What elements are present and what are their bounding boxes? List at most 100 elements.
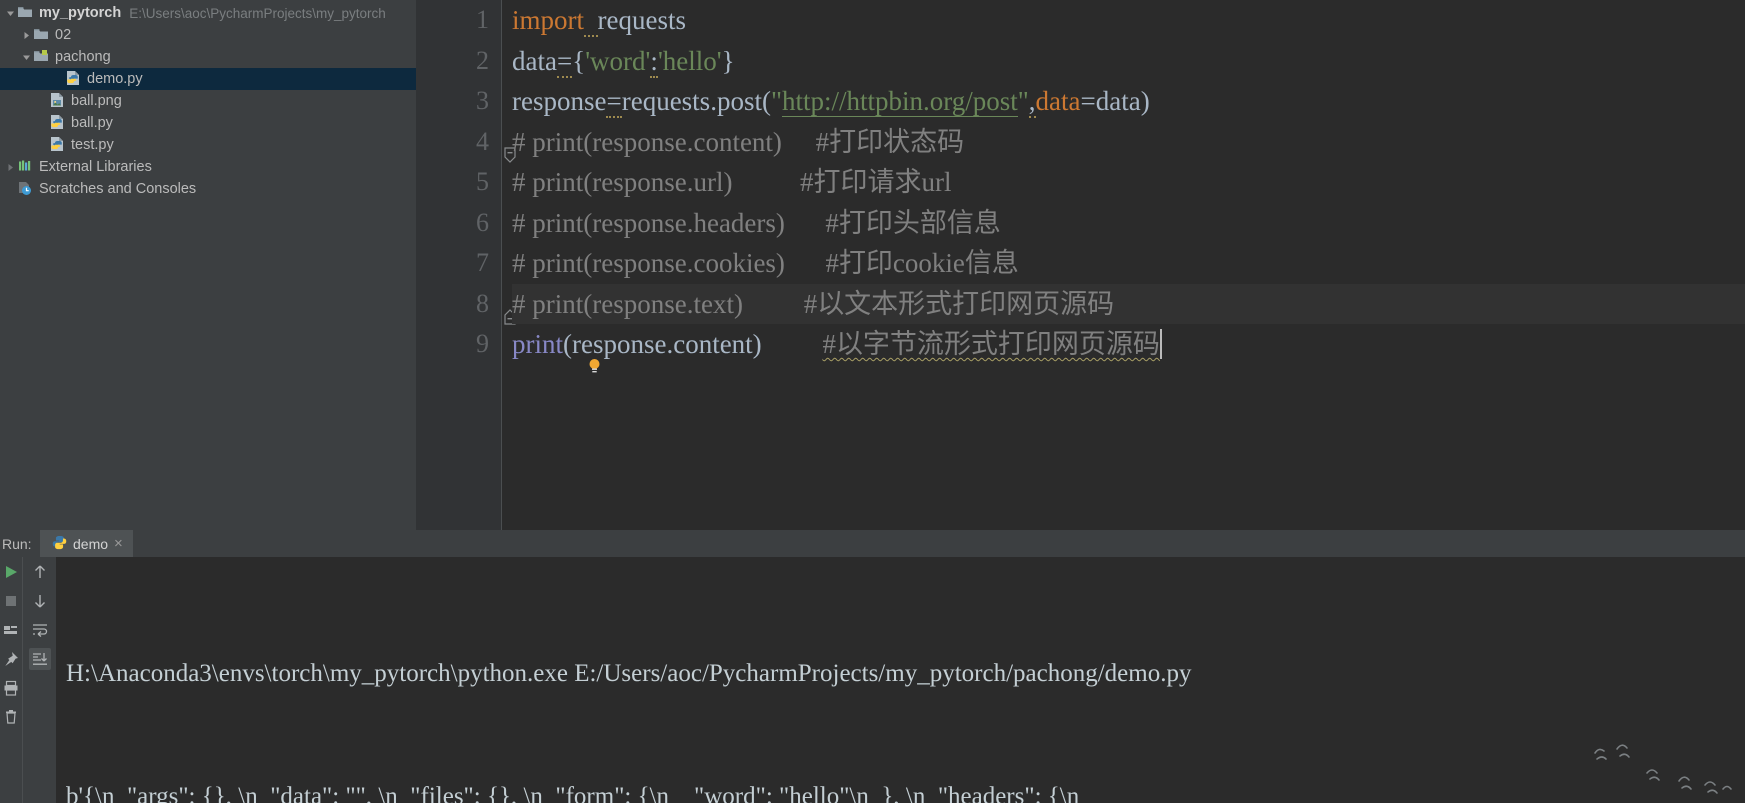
chevron-right-icon[interactable] bbox=[4, 156, 17, 178]
scroll-to-end-icon[interactable] bbox=[28, 648, 51, 670]
delete-icon[interactable] bbox=[0, 706, 22, 728]
code-line-8[interactable]: # print(response.text) #以文本形式打印网页源码 bbox=[512, 283, 1745, 373]
tree-row[interactable]: pachong bbox=[0, 46, 416, 68]
print-icon[interactable] bbox=[0, 677, 22, 699]
project-tree-panel[interactable]: my_pytorch E:\Users\aoc\PycharmProjects\… bbox=[0, 0, 416, 595]
no-chevron-icon bbox=[36, 112, 49, 134]
soft-wrap-icon[interactable] bbox=[29, 619, 51, 641]
close-icon[interactable]: × bbox=[114, 536, 123, 551]
tree-item-label: 02 bbox=[55, 27, 72, 43]
editor-gutter[interactable]: 1 2 3 4 5 6 7 8 9 bbox=[416, 0, 516, 530]
console-line: H:\Anaconda3\envs\torch\my_pytorch\pytho… bbox=[66, 660, 1192, 687]
dict-key: 'word' bbox=[585, 45, 651, 76]
argument-value: data bbox=[1095, 86, 1141, 116]
folder-icon bbox=[33, 26, 51, 44]
no-chevron-icon bbox=[4, 178, 17, 200]
line-number: 4 bbox=[416, 122, 516, 163]
run-window-label: Run: bbox=[2, 535, 32, 552]
comment-gap bbox=[785, 248, 826, 278]
code-line-4[interactable]: # print(response.content) #打印状态码 bbox=[512, 122, 1745, 163]
run-tab-demo[interactable]: demo × bbox=[40, 530, 133, 557]
inline-comment-cn: #打印头部信息 bbox=[825, 207, 1001, 238]
line-number: 8 bbox=[416, 284, 516, 325]
chevron-down-icon[interactable] bbox=[4, 2, 17, 24]
run-icon[interactable] bbox=[0, 561, 22, 583]
operator-assign: = bbox=[1080, 86, 1096, 116]
python-icon bbox=[52, 535, 67, 553]
intention-bulb-icon[interactable] bbox=[520, 306, 599, 373]
python-file-icon bbox=[49, 114, 67, 132]
tree-item-label: demo.py bbox=[87, 71, 143, 87]
quote-close: " bbox=[1017, 86, 1029, 116]
line-number: 5 bbox=[476, 167, 489, 196]
line-number: 6 bbox=[476, 207, 489, 237]
text-caret bbox=[1159, 329, 1162, 359]
paren-close: ) bbox=[1140, 86, 1150, 116]
libraries-icon bbox=[17, 158, 35, 176]
tree-row-scratches[interactable]: Scratches and Consoles bbox=[0, 178, 416, 200]
brace-close: } bbox=[721, 45, 735, 76]
scroll-down-icon[interactable] bbox=[29, 590, 51, 612]
commented-code: # print(response.url) bbox=[512, 167, 733, 197]
stop-icon[interactable] bbox=[0, 590, 22, 612]
tree-item-label: Scratches and Consoles bbox=[39, 181, 197, 197]
code-line-5[interactable]: # print(response.url) #打印请求url bbox=[512, 162, 1745, 203]
folder-source-icon bbox=[33, 48, 51, 66]
code-line-7[interactable]: # print(response.cookies) #打印cookie信息 bbox=[512, 243, 1745, 284]
code-line-6[interactable]: # print(response.headers) #打印头部信息 bbox=[512, 203, 1745, 244]
pin-icon[interactable] bbox=[0, 648, 22, 670]
tree-row-demo-py[interactable]: demo.py bbox=[0, 68, 416, 90]
comment-gap bbox=[762, 329, 823, 359]
keyword-argument: data bbox=[1035, 86, 1081, 116]
comment-gap bbox=[785, 208, 826, 238]
scratches-icon bbox=[17, 180, 35, 198]
chevron-right-icon[interactable] bbox=[20, 24, 33, 46]
whitespace-warning bbox=[584, 5, 598, 37]
keyword-import: import bbox=[512, 5, 584, 35]
commented-code: # print(response.headers) bbox=[512, 207, 785, 238]
run-toolbar-secondary[interactable] bbox=[22, 557, 56, 803]
dict-value: 'hello' bbox=[657, 45, 722, 76]
code-line-3[interactable]: response=requests.post("http://httpbin.o… bbox=[512, 81, 1745, 122]
tree-row-external-libraries[interactable]: External Libraries bbox=[0, 156, 416, 178]
tree-item-label: ball.py bbox=[71, 115, 113, 131]
comment-gap bbox=[743, 289, 804, 319]
operator-equals: = bbox=[556, 45, 573, 78]
scroll-up-icon[interactable] bbox=[29, 561, 51, 583]
run-tool-window[interactable]: Run: demo × H:\Anaconda3\envs\torch\my_p… bbox=[0, 530, 1745, 803]
tree-row[interactable]: my_pytorch E:\Users\aoc\PycharmProjects\… bbox=[0, 2, 416, 24]
tree-row[interactable]: test.py bbox=[0, 134, 416, 156]
tree-item-label: ball.png bbox=[71, 93, 122, 109]
code-line-1[interactable]: import requests bbox=[512, 0, 1745, 41]
folder-icon bbox=[17, 4, 35, 22]
inline-comment-cn: #打印cookie信息 bbox=[825, 248, 1019, 278]
tree-item-label: pachong bbox=[55, 49, 111, 65]
run-tab-label: demo bbox=[73, 535, 109, 552]
inline-comment-cn: #打印请求url bbox=[799, 167, 952, 197]
commented-code: # print(response.text) bbox=[512, 288, 743, 319]
console-line: b'{\n "args": {}, \n "data": "", \n "fil… bbox=[66, 783, 1080, 803]
operator-equals: = bbox=[606, 86, 622, 118]
url-string[interactable]: http://httpbin.org/post bbox=[781, 86, 1018, 117]
code-line-9[interactable]: print(response.content) #以字节流形式打印网页源码 bbox=[512, 324, 1745, 365]
code-line-2[interactable]: data={'word':'hello'} bbox=[512, 41, 1745, 82]
chevron-down-icon[interactable] bbox=[20, 46, 33, 68]
layout-icon[interactable] bbox=[0, 619, 22, 641]
line-number: 2 bbox=[476, 45, 489, 75]
code-editor[interactable]: 1 2 3 4 5 6 7 8 9 import requests data={… bbox=[416, 0, 1745, 530]
line-number: 7 bbox=[476, 248, 489, 277]
builtin-print: print bbox=[512, 329, 563, 359]
tree-row[interactable]: ball.png bbox=[0, 90, 416, 112]
tree-row[interactable]: 02 bbox=[0, 24, 416, 46]
code-text-area[interactable]: import requests data={'word':'hello'} re… bbox=[502, 0, 1745, 530]
tree-row[interactable]: ball.py bbox=[0, 112, 416, 134]
run-tab-bar[interactable]: Run: demo × bbox=[0, 530, 1745, 557]
inline-comment-cn: #打印状态码 bbox=[815, 126, 965, 157]
run-toolbar-primary[interactable] bbox=[0, 557, 22, 803]
function-call: requests.post bbox=[621, 86, 762, 116]
line-number: 3 bbox=[476, 86, 489, 115]
decorative-scribble bbox=[1594, 744, 1732, 794]
brace-open: { bbox=[572, 45, 586, 76]
console-output[interactable]: H:\Anaconda3\envs\torch\my_pytorch\pytho… bbox=[56, 557, 1745, 803]
python-file-icon bbox=[65, 70, 83, 88]
